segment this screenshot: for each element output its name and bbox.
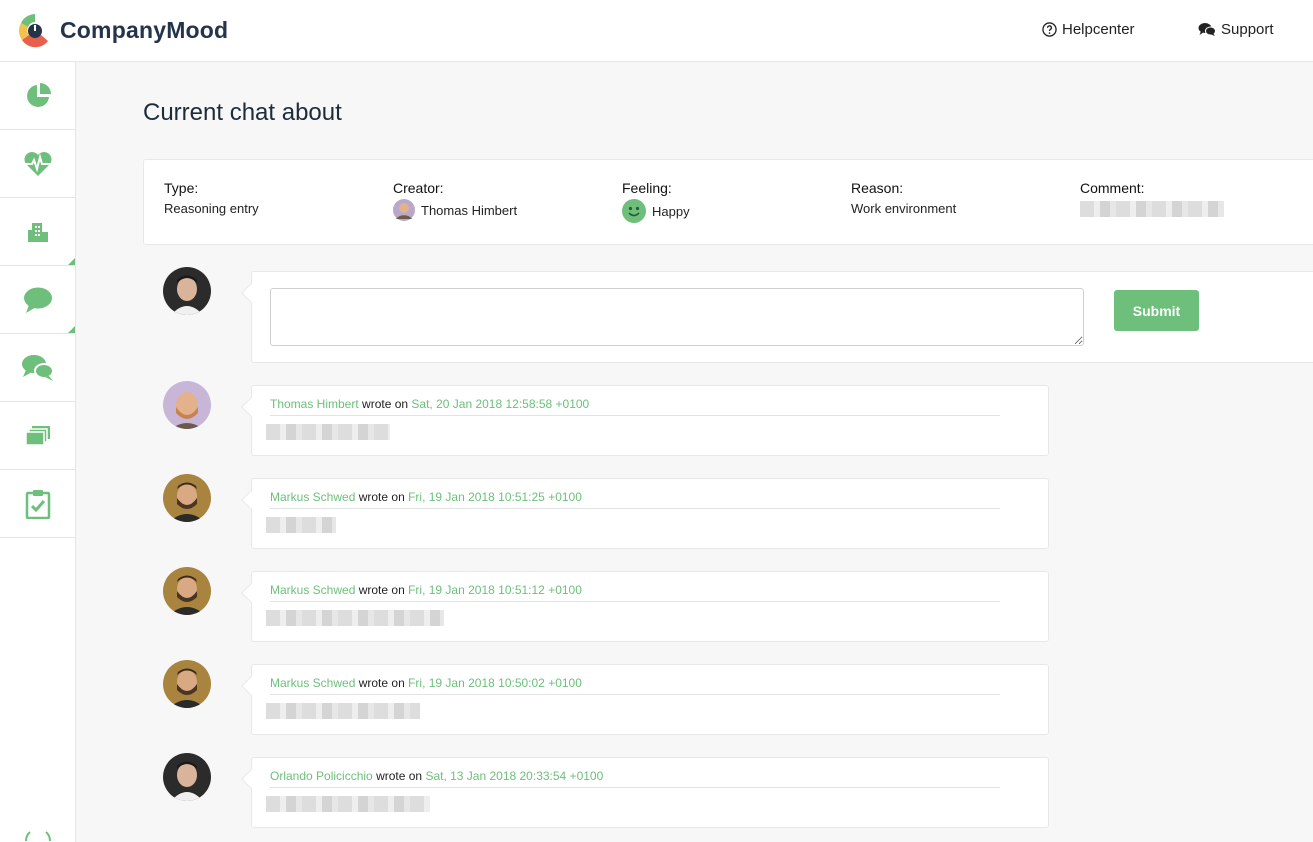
message-date: Fri, 19 Jan 2018 10:51:12 +0100 [408,583,582,597]
creator-field: Creator: Thomas Himbert [393,180,517,221]
help-icon [1042,22,1057,37]
message-date: Sat, 13 Jan 2018 20:33:54 +0100 [425,769,604,783]
comment-field: Comment: [1080,180,1224,217]
message-author[interactable]: Orlando Policicchio [270,769,373,783]
message-item: Markus Schwed wrote on Fri, 19 Jan 2018 … [241,664,1049,735]
message-item: Orlando Policicchio wrote on Sat, 13 Jan… [241,757,1049,828]
message-author[interactable]: Markus Schwed [270,583,355,597]
message-header: Markus Schwed wrote on Fri, 19 Jan 2018 … [270,676,1000,695]
feeling-field: Feeling: Happy [622,180,690,223]
page-title: Current chat about [143,99,342,126]
chat-bubbles-icon [1198,23,1216,36]
helpcenter-link[interactable]: Helpcenter [1042,21,1135,38]
chat-info-card: Type: Reasoning entry Creator: Thomas Hi… [143,159,1313,245]
sidebar-item-surveys[interactable] [0,470,75,538]
avatar [393,199,415,221]
helpcenter-label: Helpcenter [1062,21,1135,38]
comment-label: Comment: [1080,180,1145,196]
sidebar [0,62,76,842]
sidebar-item-chat[interactable] [0,266,75,334]
type-value: Reasoning entry [164,201,259,216]
sidebar-item-conversations[interactable] [0,334,75,402]
app-name: CompanyMood [60,16,229,43]
support-link[interactable]: Support [1198,21,1274,38]
reason-label: Reason: [851,180,904,196]
message-wrote-on: wrote on [358,676,405,690]
message-wrote-on: wrote on [362,397,409,411]
reason-field: Reason: Work environment [851,180,956,216]
message-wrote-on: wrote on [358,583,405,597]
broadcast-icon[interactable] [22,828,54,842]
clipboard-check-icon [25,489,50,519]
message-date: Sat, 20 Jan 2018 12:58:58 +0100 [411,397,590,411]
message-item: Markus Schwed wrote on Fri, 19 Jan 2018 … [241,478,1049,549]
pie-chart-icon [26,82,51,107]
message-author[interactable]: Markus Schwed [270,490,355,504]
message-item: Markus Schwed wrote on Fri, 19 Jan 2018 … [241,571,1049,642]
type-field: Type: Reasoning entry [164,180,259,216]
avatar [163,660,211,708]
sidebar-item-mood[interactable] [0,130,75,198]
message-text-redacted [266,610,444,626]
message-text-redacted [266,796,430,812]
message-author[interactable]: Markus Schwed [270,676,355,690]
message-wrote-on: wrote on [358,490,405,504]
conversation-icon [21,354,54,381]
feeling-label: Feeling: [622,180,672,196]
sidebar-item-company[interactable] [0,198,75,266]
message-text-redacted [266,517,336,533]
message-input[interactable] [270,288,1084,346]
companymood-logo-icon [19,14,48,48]
sidebar-item-entries[interactable] [0,402,75,470]
message-item: Thomas Himbert wrote on Sat, 20 Jan 2018… [241,385,1049,456]
top-bar: CompanyMood Helpcenter Support [0,0,1313,62]
chat-bubble-icon [23,287,52,313]
message-header: Orlando Policicchio wrote on Sat, 13 Jan… [270,769,1000,788]
comment-redacted [1080,201,1224,217]
message-header: Markus Schwed wrote on Fri, 19 Jan 2018 … [270,490,1000,509]
support-label: Support [1221,21,1274,38]
message-author[interactable]: Thomas Himbert [270,397,359,411]
message-date: Fri, 19 Jan 2018 10:50:02 +0100 [408,676,582,690]
heartbeat-icon [23,151,52,176]
submit-button[interactable]: Submit [1114,290,1199,331]
message-text-redacted [266,703,420,719]
avatar [163,753,211,801]
message-wrote-on: wrote on [376,769,423,783]
compose-box: Submit [241,271,1313,363]
reason-value: Work environment [851,201,957,216]
buildings-icon [27,222,48,242]
message-date: Fri, 19 Jan 2018 10:51:25 +0100 [408,490,582,504]
type-label: Type: [164,180,199,196]
message-header: Markus Schwed wrote on Fri, 19 Jan 2018 … [270,583,1000,602]
message-header: Thomas Himbert wrote on Sat, 20 Jan 2018… [270,397,1000,416]
creator-name: Thomas Himbert [421,202,518,218]
message-text-redacted [266,424,390,440]
stacked-cards-icon [24,425,50,446]
sidebar-item-dashboard[interactable] [0,62,75,130]
creator-label: Creator: [393,180,444,196]
feeling-value: Happy [652,203,690,219]
current-user-avatar [163,267,211,315]
avatar [163,381,211,429]
avatar [163,567,211,615]
avatar [163,474,211,522]
happy-face-icon [622,199,646,223]
logo[interactable]: CompanyMood [18,11,228,49]
